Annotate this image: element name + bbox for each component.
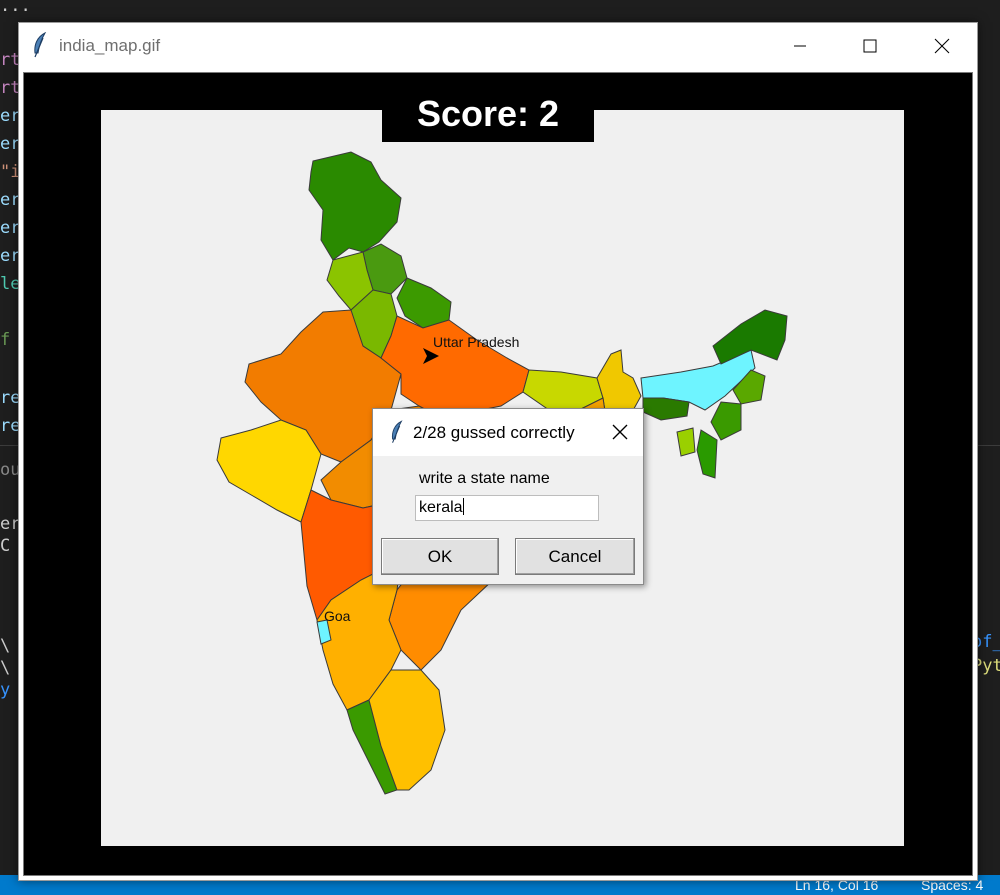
input-value: kerala xyxy=(419,499,463,516)
minimize-icon xyxy=(794,45,806,46)
minimize-button[interactable] xyxy=(777,23,823,68)
editor-fragment: y xyxy=(0,680,11,700)
text-caret xyxy=(462,498,465,515)
editor-fragment: f xyxy=(0,330,11,350)
window-title: india_map.gif xyxy=(59,36,161,55)
state-manipur xyxy=(710,401,742,441)
dialog-prompt: write a state name xyxy=(419,470,550,487)
label-uttar-pradesh: Uttar Pradesh xyxy=(433,334,520,350)
feather-icon xyxy=(391,420,403,443)
maximize-button[interactable] xyxy=(847,23,893,68)
editor-fragment: C xyxy=(0,536,11,556)
state-mizoram xyxy=(696,429,718,479)
close-button[interactable] xyxy=(919,23,965,68)
state-name-input[interactable]: kerala xyxy=(415,495,599,521)
feather-icon xyxy=(34,32,47,58)
label-goa: Goa xyxy=(324,608,351,624)
editor-fragment: ... xyxy=(0,0,31,16)
close-icon xyxy=(934,38,950,53)
dialog-titlebar[interactable]: 2/28 gussed correctly xyxy=(373,409,643,456)
state-uttar-pradesh xyxy=(380,315,530,419)
maximize-icon xyxy=(863,39,877,52)
dialog-close-icon[interactable] xyxy=(611,423,629,441)
ok-button[interactable]: OK xyxy=(381,538,499,575)
state-input-dialog: 2/28 gussed correctly write a state name… xyxy=(372,408,644,585)
state-jammu-kashmir xyxy=(308,151,402,261)
score-display: Score: 2 xyxy=(382,85,594,142)
dialog-title: 2/28 gussed correctly xyxy=(413,423,575,442)
state-meghalaya xyxy=(642,397,690,421)
state-tripura xyxy=(676,427,696,457)
cancel-button[interactable]: Cancel xyxy=(515,538,635,575)
window-titlebar[interactable]: india_map.gif xyxy=(19,23,977,68)
